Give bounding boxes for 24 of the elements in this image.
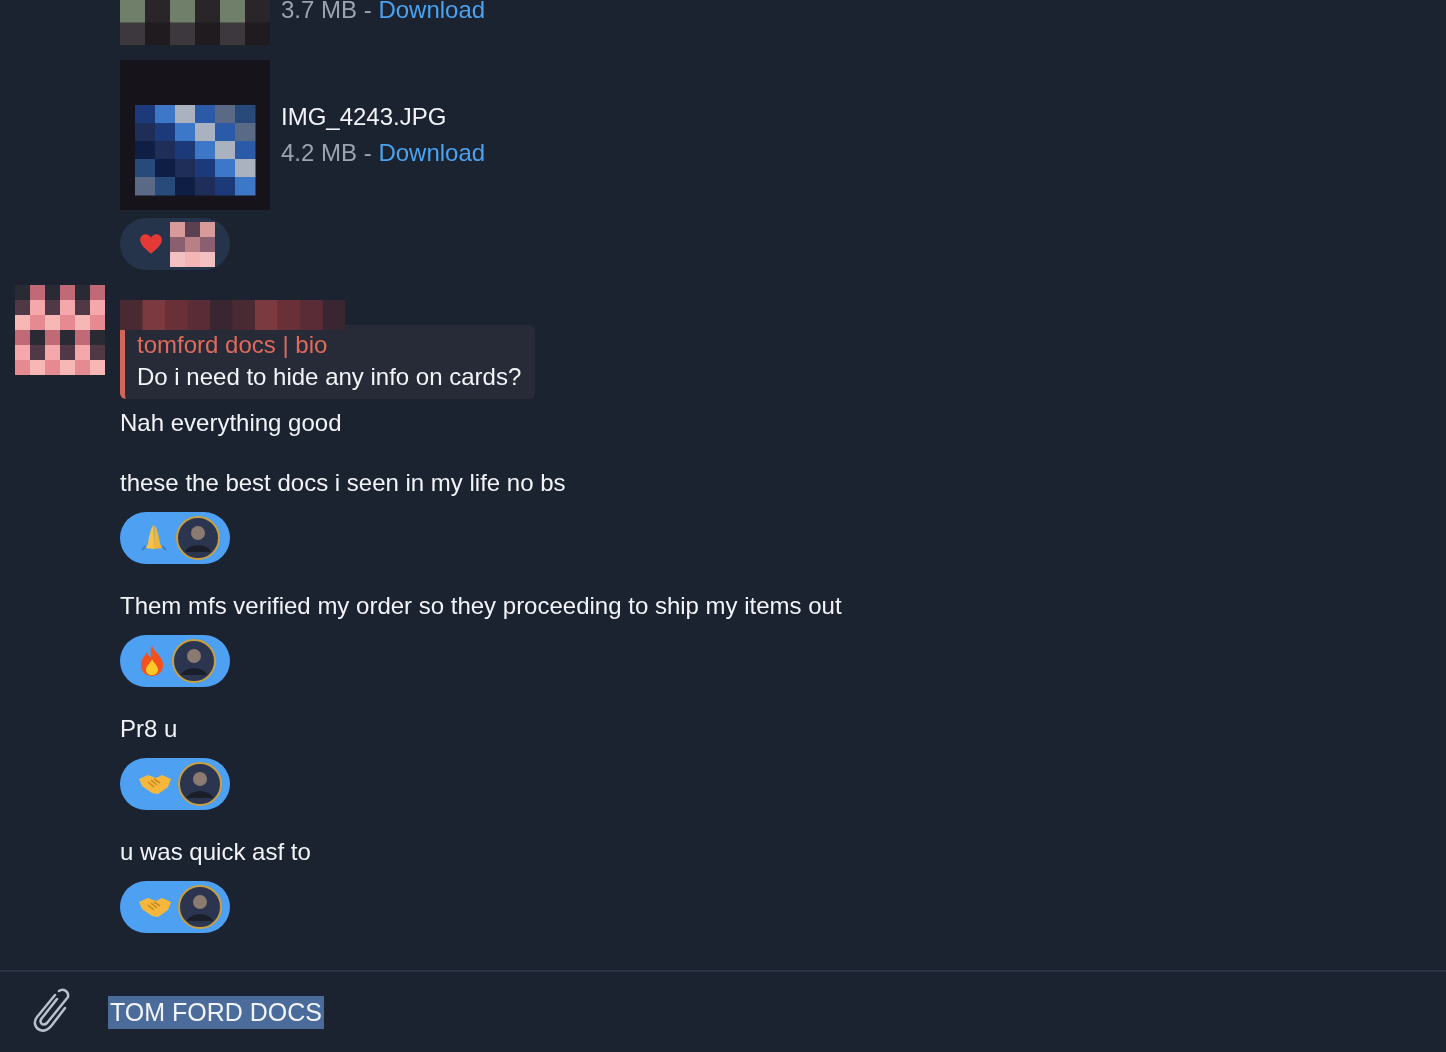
message-text: Pr8 u: [120, 714, 179, 744]
reply-quote[interactable]: tomford docs | bio Do i need to hide any info on cards?: [120, 325, 536, 399]
reply-text: Do i need to hide any info on cards?: [137, 363, 522, 391]
reaction-button[interactable]: [120, 512, 230, 564]
reply-author: tomford docs | bio: [137, 331, 329, 359]
message-text: these the best docs i seen in my life no bs: [120, 468, 567, 498]
message-text: Them mfs verified my order so they proceeding to ship my items out: [120, 591, 843, 621]
avatar: [172, 639, 216, 683]
avatar: [178, 762, 222, 806]
file-size: 4.2 MB -: [281, 139, 373, 166]
download-link[interactable]: Download: [378, 0, 486, 23]
avatar: [176, 516, 220, 560]
reaction-button[interactable]: [120, 881, 230, 933]
avatar: [178, 885, 222, 929]
reaction-button[interactable]: [120, 218, 230, 270]
message-text: Nah everything good: [120, 408, 343, 438]
message-input[interactable]: TOM FORD DOCS: [108, 987, 1446, 1037]
message-text: u was quick asf to: [120, 837, 312, 867]
file-name: IMG_4243.JPG: [281, 103, 448, 131]
fire-icon: [138, 645, 166, 677]
download-link[interactable]: Download: [378, 139, 486, 166]
reaction-button[interactable]: [120, 758, 230, 810]
reaction-button[interactable]: [120, 635, 230, 687]
file-size: 3.7 MB -: [281, 0, 373, 23]
